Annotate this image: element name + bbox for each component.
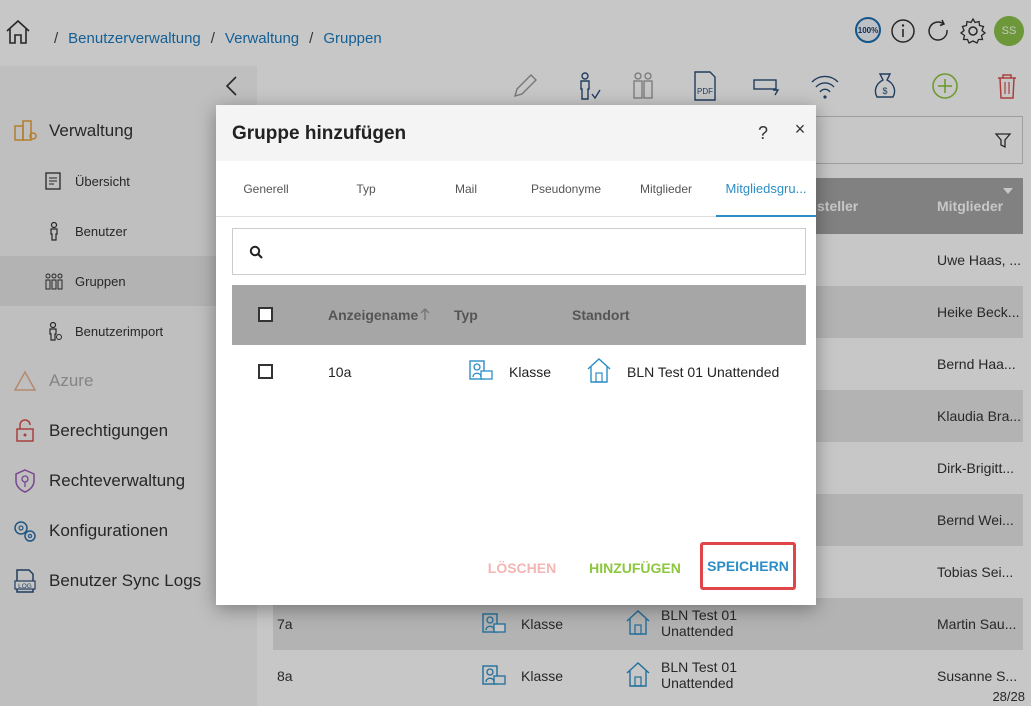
column-header-standort[interactable]: Standort: [572, 307, 630, 323]
row-checkbox[interactable]: [258, 364, 273, 379]
add-group-dialog: Gruppe hinzufügen ? × Generell Typ Mail …: [216, 105, 816, 605]
select-all-checkbox[interactable]: [258, 307, 273, 322]
dialog-tabs: Generell Typ Mail Pseudonyme Mitglieder …: [216, 161, 816, 217]
column-header-typ[interactable]: Typ: [454, 307, 478, 323]
help-button[interactable]: ?: [755, 123, 771, 144]
tab-mail[interactable]: Mail: [416, 161, 516, 217]
sort-ascending-icon[interactable]: [420, 307, 430, 321]
tab-mitgliedsgruppen[interactable]: Mitgliedsgru...: [716, 161, 816, 217]
tab-mitglieder[interactable]: Mitglieder: [616, 161, 716, 217]
tab-typ[interactable]: Typ: [316, 161, 416, 217]
tab-generell[interactable]: Generell: [216, 161, 316, 217]
table-row[interactable]: 10a Klasse BLN Test 01 Unattended: [232, 345, 806, 397]
close-button[interactable]: ×: [792, 119, 808, 140]
dialog-header: Gruppe hinzufügen ? ×: [216, 105, 816, 161]
dialog-title: Gruppe hinzufügen: [232, 123, 407, 144]
column-header-anzeigename[interactable]: Anzeigename: [328, 307, 418, 323]
save-button[interactable]: SPEICHERN: [700, 542, 796, 590]
cell-typ: Klasse: [509, 364, 552, 380]
location-home-icon: [587, 358, 611, 383]
add-button[interactable]: HINZUFÜGEN: [588, 553, 682, 583]
tab-pseudonyme[interactable]: Pseudonyme: [516, 161, 616, 217]
cell-standort: BLN Test 01 Unattended: [627, 364, 780, 380]
search-input[interactable]: [232, 228, 806, 275]
delete-button[interactable]: LÖSCHEN: [480, 553, 564, 583]
cell-anzeigename: 10a: [328, 364, 352, 380]
search-icon: [249, 245, 263, 259]
class-icon: [469, 360, 493, 380]
member-groups-table-header: Anzeigename Typ Standort: [232, 285, 806, 345]
